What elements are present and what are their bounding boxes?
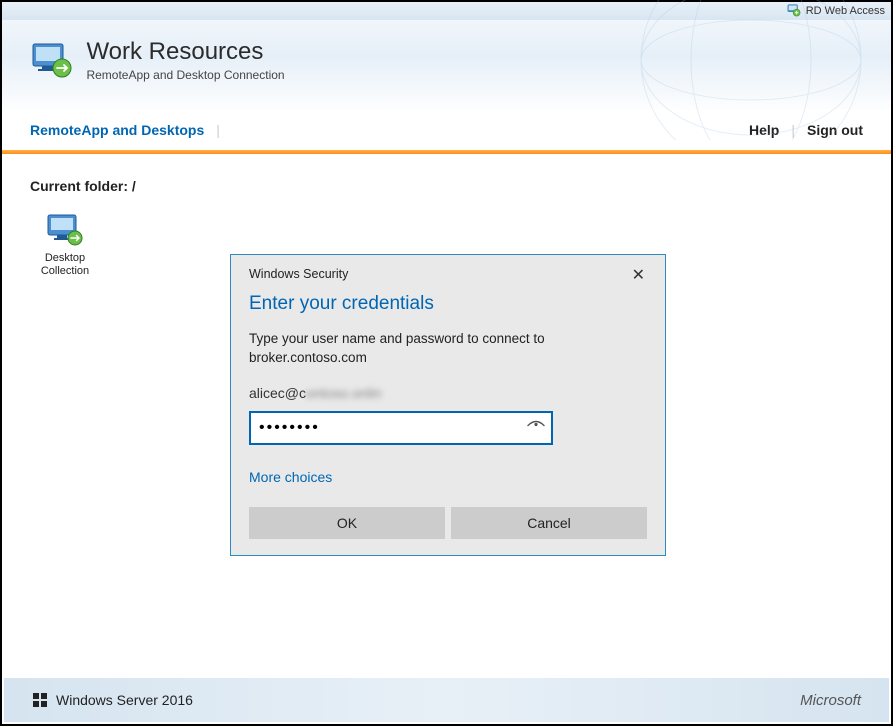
page-title: Work Resources [86,38,284,66]
nav-tab-remoteapp[interactable]: RemoteApp and Desktops [30,122,204,138]
nav-signout-link[interactable]: Sign out [807,122,863,138]
more-choices-link[interactable]: More choices [249,469,332,485]
work-resources-icon [30,38,74,82]
navbar: RemoteApp and Desktops | Help | Sign out [2,110,891,150]
dialog-username: alicec@contoso.onlin [249,385,647,401]
footer-company: Microsoft [800,692,861,709]
nav-separator: | [791,122,795,138]
credentials-dialog: Windows Security ✕ Enter your credential… [230,254,666,556]
password-input[interactable] [249,411,553,445]
dialog-message: Type your user name and password to conn… [249,329,647,367]
banner: Work Resources RemoteApp and Desktop Con… [2,20,891,110]
nav-help-link[interactable]: Help [749,122,779,138]
desktop-collection-icon [45,212,85,248]
close-icon[interactable]: ✕ [628,267,649,285]
footer: Windows Server 2016 Microsoft [4,678,889,722]
page-subtitle: RemoteApp and Desktop Connection [86,68,284,82]
top-strip: RD Web Access [2,2,891,20]
current-folder-label: Current folder: / [30,178,863,194]
app-desktop-collection[interactable]: Desktop Collection [30,212,100,278]
footer-product: Windows Server 2016 [56,692,193,708]
dialog-window-title: Windows Security [249,267,628,281]
cancel-button[interactable]: Cancel [451,507,647,539]
reveal-password-icon[interactable] [527,419,545,438]
ok-button[interactable]: OK [249,507,445,539]
nav-separator: | [216,122,220,138]
dialog-heading: Enter your credentials [249,293,647,315]
windows-icon [32,692,48,708]
rd-web-access-icon [787,3,801,17]
top-strip-label: RD Web Access [806,5,885,17]
app-label: Desktop Collection [30,252,100,278]
